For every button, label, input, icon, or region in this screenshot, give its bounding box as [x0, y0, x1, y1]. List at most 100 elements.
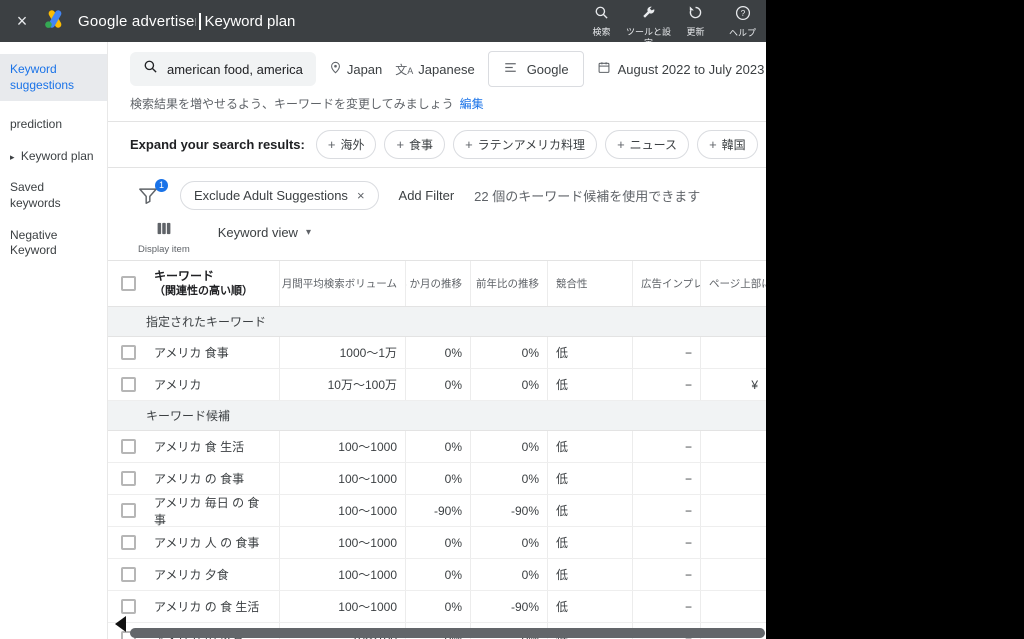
keyword-search-input[interactable]: american food, america: [130, 52, 316, 86]
ad-impression-cell: −: [632, 495, 700, 526]
yoy-cell: 0%: [470, 463, 547, 494]
expand-chip-overseas[interactable]: + 海外: [315, 130, 377, 159]
table-row[interactable]: アメリカ 食 生活 100〜1000 0% 0% 低 −: [108, 431, 766, 463]
horizontal-scrollbar[interactable]: [130, 628, 765, 638]
volume-cell: 100〜1000: [279, 495, 405, 526]
sidebar-item-saved-keywords[interactable]: Saved keywords: [0, 172, 107, 219]
row-checkbox[interactable]: [121, 471, 136, 486]
table-row[interactable]: アメリカ 夕食 100〜1000 0% 0% 低 −: [108, 559, 766, 591]
column-header-volume[interactable]: 月間平均検索ボリューム: [279, 261, 405, 306]
refresh-icon: [688, 5, 703, 25]
expand-chip-meal[interactable]: + 食事: [384, 130, 446, 159]
top-of-page-cell: ¥: [700, 369, 766, 400]
yoy-cell: 0%: [470, 369, 547, 400]
three-month-cell: 0%: [405, 337, 470, 368]
scroll-left-arrow-icon[interactable]: [115, 616, 126, 632]
page-title-wrap[interactable]: Keyword plan: [196, 0, 302, 42]
sidebar: Keyword suggestions prediction ▸ Keyword…: [0, 42, 108, 639]
column-display-button[interactable]: Display item: [138, 221, 190, 255]
competition-cell: 低: [547, 591, 632, 622]
translate-icon: 文A: [395, 62, 414, 77]
google-ads-keyword-planner: × Google advertisement Keyword plan 検索 ツ…: [0, 0, 766, 639]
filter-funnel-icon[interactable]: 1: [138, 178, 168, 206]
expand-chip-korea[interactable]: + 韓国: [697, 130, 758, 159]
table-row[interactable]: アメリカ 10万〜100万 0% 0% 低 − ¥: [108, 369, 766, 401]
ad-impression-cell: −: [632, 463, 700, 494]
top-of-page-cell: [700, 337, 766, 368]
table-row[interactable]: アメリカ 食事 1000〜1万 0% 0% 低 −: [108, 337, 766, 369]
volume-cell: 100〜1000: [279, 431, 405, 462]
row-checkbox[interactable]: [121, 377, 136, 392]
row-checkbox[interactable]: [121, 439, 136, 454]
display-toolbar: Display item Keyword view ▾: [108, 214, 766, 260]
topbar: × Google advertisement Keyword plan 検索 ツ…: [0, 0, 766, 48]
location-value: Japan: [346, 61, 383, 77]
three-month-cell: 0%: [405, 431, 470, 462]
table-row[interactable]: アメリカ 人 の 食事 100〜1000 0% 0% 低 −: [108, 527, 766, 559]
table-row[interactable]: アメリカ の 食 生活 100〜1000 0% -90% 低 −: [108, 591, 766, 623]
help-button[interactable]: ? ヘルプ: [719, 0, 766, 42]
date-range-selector[interactable]: August 2022 to July 2023 ▾: [597, 60, 766, 78]
location-selector[interactable]: Japan: [329, 60, 382, 78]
keyword-count-text: 22 個のキーワード候補を使用できます: [474, 189, 701, 204]
calendar-icon: [597, 60, 611, 78]
row-checkbox[interactable]: [121, 535, 136, 550]
keyword-table: キーワード （関連性の高い順） 月間平均検索ボリューム 3 か月の推移 前年比の…: [108, 260, 766, 639]
competition-cell: 低: [547, 337, 632, 368]
sidebar-item-prediction[interactable]: prediction: [0, 109, 107, 141]
expand-chip-news[interactable]: + ニュース: [605, 130, 690, 159]
active-filter-chip[interactable]: Exclude Adult Suggestions ×: [180, 181, 379, 210]
ad-impression-cell: −: [632, 431, 700, 462]
expand-chip-latin-american-food[interactable]: + ラテンアメリカ料理: [453, 130, 598, 159]
display-item-label: Display item: [138, 244, 190, 255]
keyword-view-selector[interactable]: Keyword view ▾: [218, 225, 311, 240]
yoy-cell: 0%: [470, 337, 547, 368]
search-icon: [594, 5, 609, 25]
hint-text: 検索結果を増やせるよう、キーワードを変更してみましょう: [130, 97, 454, 111]
edit-link[interactable]: 編集: [460, 97, 484, 111]
column-header-competition[interactable]: 競合性: [547, 261, 632, 306]
column-header-top-of-page[interactable]: ページ上部に: [700, 261, 766, 306]
remove-filter-icon[interactable]: ×: [357, 188, 365, 203]
volume-cell: 100〜1000: [279, 559, 405, 590]
chevron-right-icon: ▸: [10, 151, 15, 162]
add-filter-button[interactable]: Add Filter: [399, 188, 455, 203]
google-ads-logo: [44, 9, 66, 34]
top-of-page-cell: [700, 495, 766, 526]
column-header-keyword[interactable]: キーワード （関連性の高い順）: [146, 261, 279, 306]
volume-cell: 10万〜100万: [279, 369, 405, 400]
row-checkbox[interactable]: [121, 567, 136, 582]
search-settings-row: american food, america Japan 文A Japanese…: [108, 42, 766, 95]
table-row[interactable]: アメリカ 毎日 の 食事 100〜1000 -90% -90% 低 −: [108, 495, 766, 527]
column-header-yoy[interactable]: 前年比の推移: [470, 261, 547, 306]
row-checkbox[interactable]: [121, 345, 136, 360]
row-checkbox[interactable]: [121, 503, 136, 518]
keyword-cell: アメリカ 食事: [154, 346, 229, 360]
topbar-actions: 検索 ツールと設定 更新 ? ヘルプ: [578, 0, 766, 48]
sidebar-item-keyword-suggestions[interactable]: Keyword suggestions: [0, 54, 107, 102]
tools-settings-button[interactable]: ツールと設定: [625, 0, 672, 48]
language-selector[interactable]: 文A Japanese: [395, 61, 474, 78]
row-checkbox[interactable]: [121, 599, 136, 614]
keyword-cell: アメリカ 毎日 の 食事: [154, 495, 260, 527]
sidebar-item-negative-keyword[interactable]: Negative Keyword: [0, 220, 107, 267]
network-selector[interactable]: Google: [487, 51, 584, 87]
search-query: american food, america: [167, 61, 303, 77]
select-all-checkbox[interactable]: [121, 276, 136, 291]
three-month-cell: -90%: [405, 495, 470, 526]
competition-cell: 低: [547, 559, 632, 590]
column-header-ad-impression[interactable]: 広告インプレ..: [632, 261, 700, 306]
text-caret: [199, 12, 201, 30]
search-button[interactable]: 検索: [578, 0, 625, 42]
refresh-button[interactable]: 更新: [672, 0, 719, 42]
network-value: Google: [526, 61, 569, 77]
yoy-cell: -90%: [470, 495, 547, 526]
top-of-page-cell: [700, 591, 766, 622]
section-row-suggestions: キーワード候補: [108, 401, 766, 431]
filter-row: 1 Exclude Adult Suggestions × Add Filter…: [108, 168, 766, 214]
close-icon[interactable]: ×: [12, 11, 32, 32]
column-header-three-month[interactable]: 3 か月の推移: [405, 261, 470, 306]
main-content: american food, america Japan 文A Japanese…: [108, 42, 766, 639]
sidebar-item-keyword-plan[interactable]: ▸ Keyword plan: [0, 141, 107, 173]
table-row[interactable]: アメリカ の 食事 100〜1000 0% 0% 低 −: [108, 463, 766, 495]
